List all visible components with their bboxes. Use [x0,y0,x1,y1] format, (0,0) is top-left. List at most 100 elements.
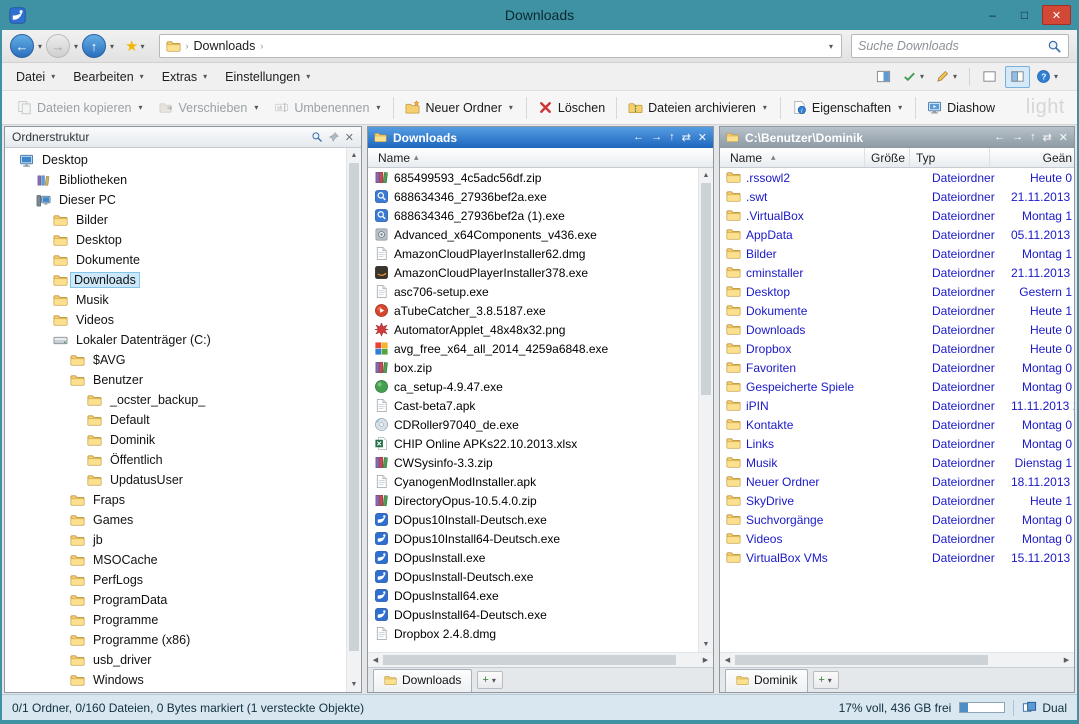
file-row[interactable]: 688634346_27936bef2a.exe [368,187,698,206]
toolbar-button-dateien-archivieren[interactable]: Dateien archivieren▾ [621,96,776,119]
scrollbar-thumb[interactable] [735,655,988,665]
toolbar-button-eigenschaften[interactable]: iEigenschaften▾ [785,96,911,119]
file-row[interactable]: box.zip [368,358,698,377]
up-button[interactable]: ↑ [1030,131,1036,144]
close-button[interactable]: ✕ [698,131,707,144]
close-icon[interactable]: ✕ [345,131,354,144]
tree-item-dominik[interactable]: Dominik [5,430,346,450]
file-list-vertical-scrollbar[interactable]: ▲ ▼ [698,168,713,652]
search-input[interactable] [858,39,1043,53]
file-row[interactable]: CHIP Online APKs22.10.2013.xlsx [368,434,698,453]
tree-item-programme[interactable]: Programme [5,610,346,630]
file-display-header-inactive[interactable]: C:\Benutzer\Dominik ←→↑⇄✕ [720,127,1074,148]
tree-item-ocster-backup[interactable]: _ocster_backup_ [5,390,346,410]
scroll-up-button[interactable]: ▲ [347,148,361,163]
file-row[interactable]: 685499593_4c5adc56df.zip [368,168,698,187]
tree-item-windows[interactable]: Windows [5,670,346,690]
forward-dropdown-icon[interactable]: ▾ [72,42,80,51]
tree-item-dieser-pc[interactable]: Dieser PC [5,190,346,210]
file-row[interactable]: DOpusInstall64-Deutsch.exe [368,605,698,624]
breadcrumb-dropdown-icon[interactable]: ▾ [827,42,835,51]
column-header-row[interactable]: Name ▴ Größe Typ Geän [720,148,1074,168]
up-button[interactable]: ↑ [82,34,106,58]
file-row[interactable]: AmazonCloudPlayerInstaller62.dmg [368,244,698,263]
folder-row[interactable]: SkyDriveDateiordnerHeute 1 [720,491,1074,510]
toolbar-button-dateien-kopieren[interactable]: Dateien kopieren▾ [10,96,152,119]
folder-row[interactable]: SuchvorgängeDateiordnerMontag 0 [720,510,1074,529]
add-tab-button[interactable]: + ▾ [477,671,502,689]
favorites-button[interactable]: ★ ▾ [122,37,149,56]
viewer-pane-button[interactable] [871,66,896,88]
file-row[interactable]: DOpus10Install64-Deutsch.exe [368,529,698,548]
single-display-button[interactable] [977,66,1002,88]
column-size[interactable]: Größe [865,148,910,167]
dual-display-button[interactable] [1005,66,1030,88]
close-button[interactable]: ✕ [1059,131,1068,144]
toolbar-button-löschen[interactable]: Löschen [531,96,612,119]
column-type[interactable]: Typ [910,148,990,167]
forward-button[interactable]: → [651,131,662,144]
file-row[interactable]: CyanogenModInstaller.apk [368,472,698,491]
column-name[interactable]: Name [378,151,410,165]
file-row[interactable]: AutomatorApplet_48x48x32.png [368,320,698,339]
folder-row[interactable]: cminstallerDateiordner21.11.2013 1 [720,263,1074,282]
file-row[interactable]: DOpusInstall64.exe [368,586,698,605]
folder-row[interactable]: DropboxDateiordnerHeute 0 [720,339,1074,358]
close-button[interactable]: ✕ [1042,5,1071,25]
select-check-button[interactable]: ▾ [899,66,929,88]
tree-item-videos[interactable]: Videos [5,310,346,330]
scrollbar-thumb[interactable] [701,183,711,395]
file-display-header-active[interactable]: Downloads ←→↑⇄✕ [368,127,713,148]
menu-bearbeiten[interactable]: Bearbeiten▾ [65,66,153,88]
file-row[interactable]: CDRoller97040_de.exe [368,415,698,434]
tree-item-programdata[interactable]: ProgramData [5,590,346,610]
add-tab-button[interactable]: + ▾ [813,671,838,689]
swap-button[interactable]: ⇄ [682,131,691,144]
chevron-down-icon[interactable]: ▾ [761,103,769,112]
back-button[interactable]: ← [994,131,1005,144]
tree-item-bibliotheken[interactable]: Bibliotheken [5,170,346,190]
search-box[interactable] [851,34,1069,58]
menu-extras[interactable]: Extras▾ [154,66,217,88]
pin-icon[interactable] [328,131,340,143]
toolbar-button-diashow[interactable]: Diashow [920,96,1002,119]
file-row[interactable]: AmazonCloudPlayerInstaller378.exe [368,263,698,282]
forward-button[interactable]: → [1012,131,1023,144]
search-icon[interactable] [311,131,323,143]
file-row[interactable]: avg_free_x64_all_2014_4259a6848.exe [368,339,698,358]
file-row[interactable]: CWSysinfo-3.3.zip [368,453,698,472]
up-button[interactable]: ↑ [669,131,675,144]
tree-item-updatususer[interactable]: UpdatusUser [5,470,346,490]
titlebar[interactable]: Downloads – □ ✕ [2,0,1077,30]
search-icon[interactable] [1047,39,1062,54]
scrollbar-thumb[interactable] [349,163,359,651]
tree-item-usb-driver[interactable]: usb_driver [5,650,346,670]
help-button[interactable]: ?▾ [1033,66,1063,88]
folder-row[interactable]: FavoritenDateiordnerMontag 0 [720,358,1074,377]
chevron-down-icon[interactable]: ▾ [137,103,145,112]
file-row[interactable]: Advanced_x64Components_v436.exe [368,225,698,244]
toolbar-button-neuer-ordner[interactable]: Neuer Ordner▾ [398,96,521,119]
back-button[interactable]: ← [10,34,34,58]
file-row[interactable]: Cast-beta7.apk [368,396,698,415]
folder-row[interactable]: DokumenteDateiordnerHeute 1 [720,301,1074,320]
folder-row[interactable]: .VirtualBoxDateiordnerMontag 1 [720,206,1074,225]
file-row[interactable]: ca_setup-4.9.47.exe [368,377,698,396]
file-row[interactable]: aTubeCatcher_3.8.5187.exe [368,301,698,320]
file-row[interactable]: 688634346_27936bef2a (1).exe [368,206,698,225]
tree-item-benutzer[interactable]: Benutzer [5,370,346,390]
chevron-down-icon[interactable]: ▾ [374,103,382,112]
minimize-button[interactable]: – [978,5,1007,25]
maximize-button[interactable]: □ [1010,5,1039,25]
chevron-down-icon[interactable]: ▾ [507,103,515,112]
file-row[interactable]: DOpusInstall.exe [368,548,698,567]
up-dropdown-icon[interactable]: ▾ [108,42,116,51]
scrollbar-thumb[interactable] [383,655,676,665]
folder-list-horizontal-scrollbar[interactable]: ◀ ▶ [720,652,1074,667]
file-row[interactable]: asc706-setup.exe [368,282,698,301]
tree-item-lokaler-datenträger-c[interactable]: Lokaler Datenträger (C:) [5,330,346,350]
folder-row[interactable]: BilderDateiordnerMontag 1 [720,244,1074,263]
file-row[interactable]: Dropbox 2.4.8.dmg [368,624,698,643]
favorites-dropdown-icon[interactable]: ▾ [139,42,147,51]
breadcrumb-item-downloads[interactable]: Downloads [194,39,256,53]
